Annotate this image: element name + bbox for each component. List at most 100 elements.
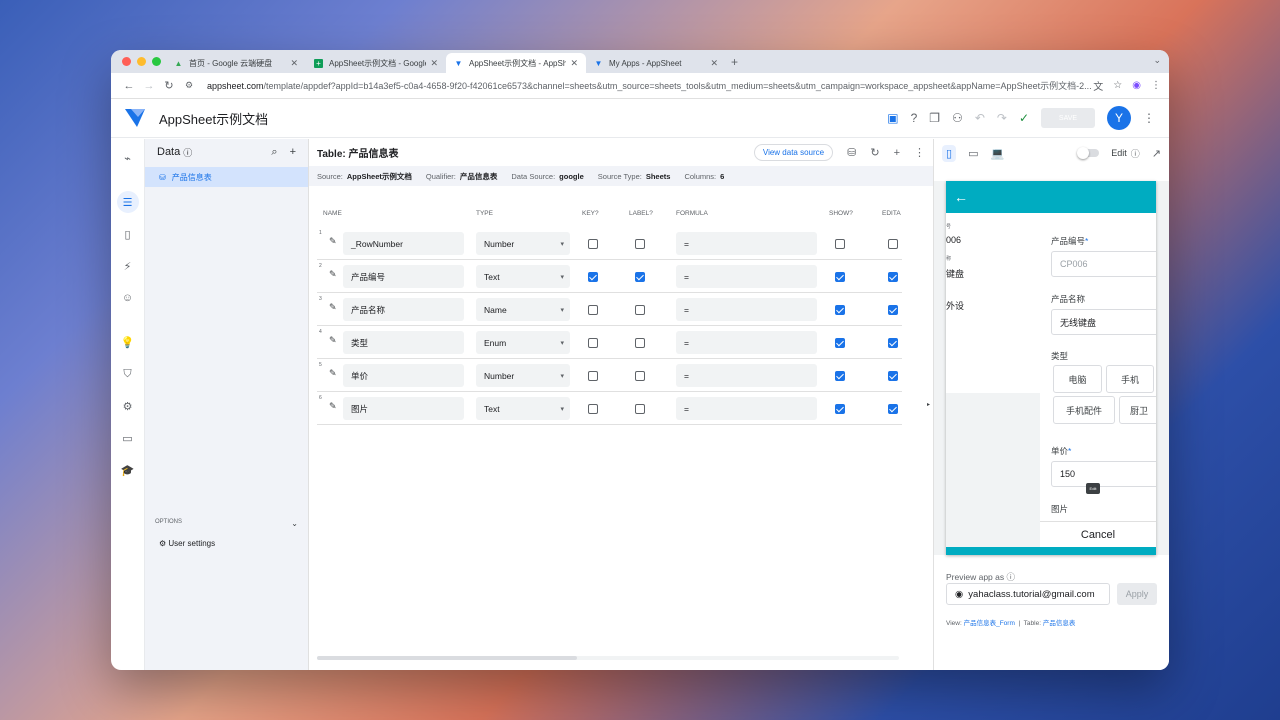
views-phone-icon[interactable]: ▯: [117, 223, 139, 245]
automation-route-icon[interactable]: ⌁: [117, 147, 139, 169]
show-checkbox[interactable]: [835, 272, 845, 282]
formula-field[interactable]: =: [676, 298, 817, 321]
check-icon[interactable]: ✓: [1019, 111, 1029, 125]
site-info-icon[interactable]: ⚙: [179, 80, 199, 91]
column-type-select[interactable]: Text: [476, 265, 570, 288]
options-section[interactable]: OPTIONS ⌄: [145, 519, 308, 528]
label-checkbox[interactable]: [635, 371, 645, 381]
table-link[interactable]: 产品信息表: [1043, 620, 1076, 627]
key-checkbox[interactable]: [588, 239, 598, 249]
horizontal-scrollbar[interactable]: [317, 656, 899, 660]
desktop-device-icon[interactable]: 💻: [990, 147, 1004, 160]
refresh-icon[interactable]: ↻: [870, 146, 879, 159]
url-field[interactable]: appsheet.com/template/appdef?appId=b14a3…: [199, 76, 1093, 96]
zoom-window-button[interactable]: [152, 57, 161, 66]
label-checkbox[interactable]: [635, 305, 645, 315]
close-window-button[interactable]: [122, 57, 131, 66]
label-checkbox[interactable]: [635, 239, 645, 249]
key-checkbox[interactable]: [588, 338, 598, 348]
editable-checkbox[interactable]: [888, 404, 898, 414]
intelligence-bulb-icon[interactable]: 💡: [117, 331, 139, 353]
browser-tab[interactable]: + AppSheet示例文档 - Google 表格 ✕: [306, 53, 446, 73]
new-tab-icon[interactable]: +: [731, 55, 738, 69]
formula-field[interactable]: =: [676, 232, 817, 255]
sidebar-item-table[interactable]: ⛁ 产品信息表: [145, 167, 308, 187]
column-name-field[interactable]: 单价: [343, 364, 464, 387]
editable-checkbox[interactable]: [888, 272, 898, 282]
pencil-icon[interactable]: ✎: [329, 302, 337, 313]
redo-icon[interactable]: ↷: [997, 111, 1007, 125]
data-table-icon[interactable]: ☰: [116, 191, 139, 213]
show-checkbox[interactable]: [835, 371, 845, 381]
more-menu-icon[interactable]: ⋮: [1143, 111, 1155, 125]
column-type-select[interactable]: Number: [476, 364, 570, 387]
search-icon[interactable]: ⌕: [271, 146, 277, 159]
copy-app-icon[interactable]: ❐: [929, 111, 940, 125]
pencil-icon[interactable]: ✎: [329, 236, 337, 247]
key-checkbox[interactable]: [588, 404, 598, 414]
cancel-button[interactable]: Cancel: [1040, 521, 1156, 547]
key-checkbox[interactable]: [588, 371, 598, 381]
mobile-device-icon[interactable]: ▯: [942, 144, 957, 162]
panel-collapse-icon[interactable]: ▸: [927, 401, 930, 408]
column-type-select[interactable]: Number: [476, 232, 570, 255]
preview-user-input[interactable]: ◉ yahaclass.tutorial@gmail.com: [946, 583, 1110, 605]
translate-icon[interactable]: 文: [1093, 78, 1103, 93]
price-field[interactable]: 150: [1051, 461, 1156, 487]
column-type-select[interactable]: Name: [476, 298, 570, 321]
formula-field[interactable]: =: [676, 265, 817, 288]
editable-checkbox[interactable]: [888, 338, 898, 348]
editable-checkbox[interactable]: [888, 239, 898, 249]
actions-bolt-icon[interactable]: ⚡: [117, 255, 139, 277]
settings-gear-icon[interactable]: ⚙: [117, 395, 139, 417]
formula-field[interactable]: =: [676, 364, 817, 387]
reload-icon[interactable]: ↻: [159, 79, 179, 92]
close-tab-icon[interactable]: ✕: [290, 58, 298, 69]
security-shield-icon[interactable]: ⛉: [117, 363, 139, 385]
undo-icon[interactable]: ↶: [975, 111, 985, 125]
show-checkbox[interactable]: [835, 338, 845, 348]
browser-menu-icon[interactable]: ⋮: [1151, 80, 1161, 91]
browser-tab[interactable]: ▲ 首页 - Google 云端硬盘 ✕: [166, 53, 306, 73]
add-column-icon[interactable]: +: [894, 147, 900, 159]
view-link[interactable]: 产品信息表_Form: [964, 620, 1015, 627]
forward-icon[interactable]: →: [139, 80, 159, 92]
column-name-field[interactable]: 类型: [343, 331, 464, 354]
pencil-icon[interactable]: ✎: [329, 368, 337, 379]
info-icon[interactable]: ⓘ: [1131, 147, 1140, 160]
info-icon[interactable]: ⓘ: [183, 146, 192, 159]
editable-checkbox[interactable]: [888, 371, 898, 381]
pencil-icon[interactable]: ✎: [329, 269, 337, 280]
product-id-field[interactable]: CP006: [1051, 251, 1156, 277]
key-checkbox[interactable]: [588, 305, 598, 315]
enum-chip[interactable]: 电脑: [1053, 365, 1102, 393]
edit-toggle[interactable]: [1077, 147, 1100, 159]
formula-field[interactable]: =: [676, 331, 817, 354]
avatar[interactable]: Y: [1107, 106, 1131, 130]
product-name-field[interactable]: 无线键盘: [1051, 309, 1156, 335]
column-name-field[interactable]: _RowNumber: [343, 232, 464, 255]
label-checkbox[interactable]: [635, 338, 645, 348]
pencil-icon[interactable]: ✎: [329, 401, 337, 412]
info-icon[interactable]: ⓘ: [1007, 572, 1016, 582]
user-settings-item[interactable]: ⚙ User settings: [159, 539, 215, 548]
share-icon[interactable]: ⚇: [952, 111, 963, 125]
browser-tab-active[interactable]: ▼ AppSheet示例文档 - AppSheet ✕: [446, 53, 586, 73]
regenerate-schema-icon[interactable]: ⛁: [847, 146, 856, 159]
minimize-window-button[interactable]: [137, 57, 146, 66]
column-type-select[interactable]: Enum: [476, 331, 570, 354]
save-button[interactable]: SAVE: [1041, 108, 1095, 128]
back-arrow-icon[interactable]: ←: [954, 189, 968, 205]
preview-icon[interactable]: ▣: [887, 111, 898, 125]
bot-icon[interactable]: ☺: [117, 287, 139, 309]
label-checkbox[interactable]: [635, 404, 645, 414]
add-table-icon[interactable]: +: [290, 146, 296, 159]
close-tab-icon[interactable]: ✕: [430, 58, 438, 69]
extension-icon[interactable]: ◉: [1132, 80, 1141, 91]
show-checkbox[interactable]: [835, 305, 845, 315]
enum-chip[interactable]: 手机: [1106, 365, 1154, 393]
chevron-down-icon[interactable]: ⌄: [1153, 55, 1161, 66]
chevron-down-icon[interactable]: ⌄: [291, 519, 298, 528]
close-tab-icon[interactable]: ✕: [570, 58, 578, 69]
browser-tab[interactable]: ▼ My Apps - AppSheet ✕: [586, 53, 726, 73]
